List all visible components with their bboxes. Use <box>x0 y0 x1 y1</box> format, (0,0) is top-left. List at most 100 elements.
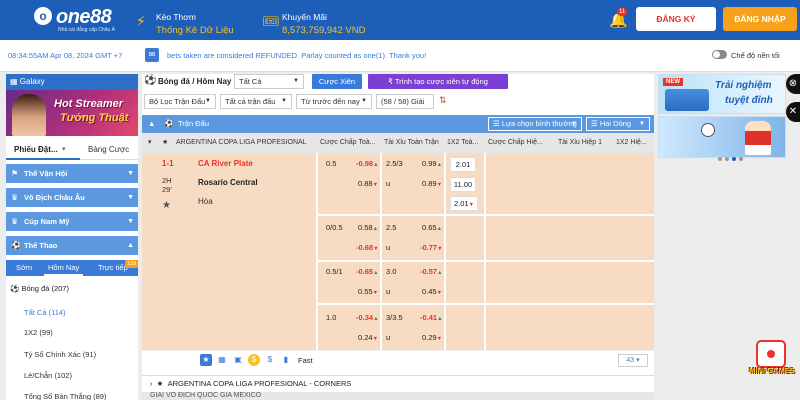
section-title: Trận Đấu <box>178 119 209 128</box>
odds-1x2-draw[interactable]: 2.01▼ <box>450 196 478 211</box>
promo-banner[interactable]: NEW Trải nghiệm tuyệt đỉnh <box>658 74 786 114</box>
chart-icon[interactable]: ▦ <box>216 354 228 366</box>
line-mode-select[interactable]: ☰ Hai Dòng ▼ <box>586 117 650 131</box>
view-mode-select[interactable]: ☰ Lựa chọn bình thường ▼ <box>488 117 582 131</box>
market-odd-even[interactable]: Lẻ/Chẵn (102) <box>24 371 72 380</box>
star-icon[interactable]: ★ <box>162 133 168 153</box>
market-correct-score[interactable]: Tỷ Số Chính Xác (91) <box>24 350 96 359</box>
market-total-goals[interactable]: Tổng Số Bàn Thắng (89) <box>24 392 106 400</box>
bar-chart-icon[interactable]: ▮ <box>280 354 292 366</box>
odds-cell[interactable]: 0.29▼ <box>422 333 442 342</box>
odds-cell[interactable]: -0.34▲ <box>356 313 379 322</box>
tab-my-bets[interactable]: Bảng Cược <box>88 145 129 154</box>
view-mode-value: Lựa chọn bình thường <box>501 119 577 128</box>
sidebar-item-sports[interactable]: ⚽ Thể Thao ▲ <box>6 236 138 256</box>
match-filter-select[interactable]: Tất cả trận đấu ▼ <box>220 94 292 109</box>
market-select[interactable]: Tất Cả ▼ <box>234 74 304 89</box>
odds-value: 0.89 <box>422 179 437 188</box>
promotion-link[interactable]: 🎟 Khuyến Mãi 8,573,759,942 VND <box>262 11 392 39</box>
tab-today[interactable]: Hôm Nay <box>43 263 84 276</box>
odds-cell[interactable]: 0.99▲ <box>422 159 442 168</box>
sidebar-item-euro[interactable]: ♛ Vô Địch Châu Âu ▼ <box>6 188 138 208</box>
team-away[interactable]: Rosario Central <box>198 178 258 187</box>
arrow-up-icon: ▲ <box>436 226 443 232</box>
league-name[interactable]: ARGENTINA COPA LIGA PROFESIONAL <box>176 133 307 153</box>
star-icon[interactable]: ★ <box>162 200 171 211</box>
market-all[interactable]: Tất Cả (114) <box>24 308 66 317</box>
more-markets-button[interactable]: 43 ▾ <box>618 354 648 367</box>
close-icon[interactable]: ✕ <box>786 102 800 122</box>
soccer-banner[interactable] <box>658 116 786 158</box>
chevron-down-icon: ▼ <box>293 78 299 84</box>
lightning-icon: ⚡ <box>136 13 146 29</box>
coin-icon[interactable]: $ <box>248 354 260 366</box>
dark-mode-toggle[interactable] <box>712 50 727 59</box>
sidebar-item-copa-america[interactable]: ♛ Cúp Nam Mỹ ▼ <box>6 212 138 232</box>
market-1x2[interactable]: 1X2 (99) <box>24 328 53 337</box>
arrow-up-icon: ▲ <box>373 316 379 322</box>
odds-cell[interactable]: -0.68▼ <box>356 243 379 252</box>
banner-line2: Tướng Thuật <box>60 112 129 124</box>
register-button[interactable]: ĐĂNG KÝ <box>636 7 716 31</box>
odds-value: -0.34 <box>356 313 374 322</box>
odds-cell[interactable]: 0.58▲ <box>358 223 378 232</box>
time-filter-select[interactable]: Từ trước đến nay ▼ <box>296 94 372 109</box>
link-icon[interactable]: ⊗ <box>786 74 800 94</box>
tab-early[interactable]: Sớm <box>16 263 32 272</box>
league-row[interactable]: GIẢI VÔ ĐỊCH QUỐC GIA MEXICO <box>142 392 654 400</box>
arrow-up-icon: ▲ <box>436 162 443 168</box>
main-panel: ⚽ Bóng đá / Hôm Nay Tất Cả ▼ Cược Xiên ₹ … <box>142 74 654 400</box>
parlay-button[interactable]: Cược Xiên <box>312 74 362 89</box>
carousel-dot[interactable] <box>732 157 736 161</box>
odds-cell[interactable]: 0.88▼ <box>358 179 378 188</box>
odds-1x2-away[interactable]: 11.00 <box>450 177 476 192</box>
sport-soccer[interactable]: ⚽ Bóng đá (207) <box>10 284 69 293</box>
sort-icon[interactable]: ⇅ <box>439 95 447 106</box>
carousel-dot[interactable] <box>725 157 729 161</box>
carousel-dot[interactable] <box>739 157 743 161</box>
arrow-up-icon: ▲ <box>437 316 443 322</box>
chevron-down-icon[interactable]: ▾ <box>62 145 66 153</box>
odds-cell[interactable]: -0.77▼ <box>420 243 443 252</box>
auto-parlay-button[interactable]: ₹ Trình tạo cược xiên tự động <box>368 74 508 89</box>
league-filter-select[interactable]: Bộ Lọc Trận Đấu ▼ <box>144 94 216 109</box>
league-count-select[interactable]: (58 / 58) Giải <box>376 94 434 109</box>
col-over-under-ft: Tài Xỉu Toàn Trận <box>384 139 439 146</box>
odds-value: -0.68 <box>356 243 374 252</box>
trophy-icon: ♛ <box>11 193 19 202</box>
col-handicap-ft: Cược Chấp Toà... <box>320 139 376 146</box>
odds-cell[interactable]: -0.41▲ <box>420 313 443 322</box>
galaxy-banner[interactable]: ▦ Galaxy Hot Streamer Tướng Thuật <box>6 74 138 136</box>
sidebar-item-olympics[interactable]: ⚑ Thế Vận Hội ▼ <box>6 164 138 184</box>
odds-cell[interactable]: -0.98▲ <box>356 159 379 168</box>
league-row[interactable]: › ★ ARGENTINA COPA LIGA PROFESIONAL - CO… <box>142 375 654 391</box>
promo-stats-link[interactable]: ⚡ Kèo Thơm Thống Kê Dữ Liệu <box>136 11 246 39</box>
odds-cell[interactable]: 0.45▼ <box>422 287 442 296</box>
chevron-up-icon[interactable]: ▲ <box>148 115 155 133</box>
login-button[interactable]: ĐĂNG NHẬP <box>723 7 797 31</box>
tab-bet-slip[interactable]: Phiếu Đặt... <box>6 145 79 160</box>
star-icon[interactable]: ★ <box>157 379 164 388</box>
galaxy-label: Galaxy <box>19 77 45 86</box>
section-header: ▲ ⚽ Trận Đấu ☰ Lựa chọn bình thường ▼ ☰ H… <box>142 115 654 133</box>
odds-cell[interactable]: 0.65▲ <box>422 223 442 232</box>
odds-cell[interactable]: 0.89▼ <box>422 179 442 188</box>
odds-cell[interactable]: -0.65▲ <box>356 267 379 276</box>
more-markets-count: 43 <box>626 357 635 364</box>
stats-icon[interactable]: ▣ <box>232 354 244 366</box>
chevron-down-icon[interactable]: ▾ <box>148 133 152 153</box>
carousel-dot[interactable] <box>718 157 722 161</box>
star-icon[interactable]: ★ <box>200 354 212 366</box>
odds-cell[interactable]: -0.57▲ <box>420 267 443 276</box>
odds-cell[interactable]: 0.55▼ <box>358 287 378 296</box>
odds-cell[interactable]: 0.24▼ <box>358 333 378 342</box>
minigames-launcher[interactable]: MINI GAMES <box>748 340 796 390</box>
fast-bet-button[interactable]: Fast <box>298 356 313 365</box>
time-filter-value: Từ trước đến nay <box>301 97 360 106</box>
tab-live[interactable]: Trực tiếp <box>98 263 128 272</box>
dollar-icon[interactable]: $ <box>264 354 276 366</box>
col-1x2-1h: 1X2 Hiệ... <box>616 139 647 146</box>
team-home[interactable]: CA River Plate <box>198 159 253 168</box>
odds-1x2-home[interactable]: 2.01 <box>450 157 476 172</box>
odds-value: -0.98 <box>356 159 374 168</box>
